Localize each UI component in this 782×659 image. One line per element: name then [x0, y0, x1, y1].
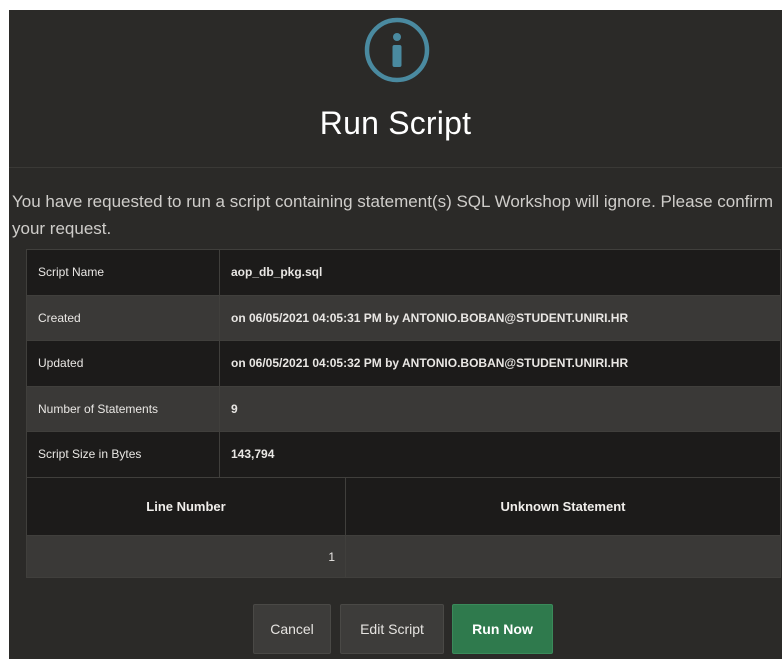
- line-number-cell: 1: [26, 535, 346, 578]
- detail-value: 143,794: [219, 431, 781, 478]
- unknown-statements-table: Line Number Unknown Statement 1: [26, 477, 781, 578]
- detail-label: Updated: [26, 340, 220, 387]
- detail-label: Script Size in Bytes: [26, 431, 220, 478]
- detail-row-updated: Updated on 06/05/2021 04:05:32 PM by ANT…: [26, 340, 781, 387]
- detail-label: Created: [26, 294, 220, 341]
- table-header-row: Line Number Unknown Statement: [26, 477, 781, 536]
- detail-row-script-size: Script Size in Bytes 143,794: [26, 431, 781, 478]
- detail-row-created: Created on 06/05/2021 04:05:31 PM by ANT…: [26, 294, 781, 341]
- run-now-button[interactable]: Run Now: [452, 604, 553, 654]
- cancel-button[interactable]: Cancel: [253, 604, 331, 654]
- detail-label: Script Name: [26, 249, 220, 296]
- detail-row-number-of-statements: Number of Statements 9: [26, 385, 781, 432]
- run-script-dialog: Run Script You have requested to run a s…: [9, 10, 782, 659]
- table-row: 1: [26, 535, 781, 578]
- detail-value: on 06/05/2021 04:05:32 PM by ANTONIO.BOB…: [219, 340, 781, 387]
- confirmation-message: You have requested to run a script conta…: [12, 192, 773, 238]
- detail-value: aop_db_pkg.sql: [219, 249, 781, 296]
- column-header-unknown-statement[interactable]: Unknown Statement: [345, 477, 781, 536]
- dialog-header: Run Script: [9, 10, 782, 168]
- statement-cell: [345, 535, 781, 578]
- dialog-title: Run Script: [319, 105, 472, 141]
- column-header-line-number[interactable]: Line Number: [26, 477, 346, 536]
- script-details-table: Script Name aop_db_pkg.sql Created on 06…: [26, 249, 781, 478]
- detail-value: 9: [219, 385, 781, 432]
- detail-value: on 06/05/2021 04:05:31 PM by ANTONIO.BOB…: [219, 294, 781, 341]
- detail-label: Number of Statements: [26, 385, 220, 432]
- dialog-buttons: Cancel Edit Script Run Now: [9, 604, 782, 654]
- detail-row-script-name: Script Name aop_db_pkg.sql: [26, 249, 781, 296]
- edit-script-button[interactable]: Edit Script: [340, 604, 444, 654]
- info-circle-icon: [364, 17, 430, 83]
